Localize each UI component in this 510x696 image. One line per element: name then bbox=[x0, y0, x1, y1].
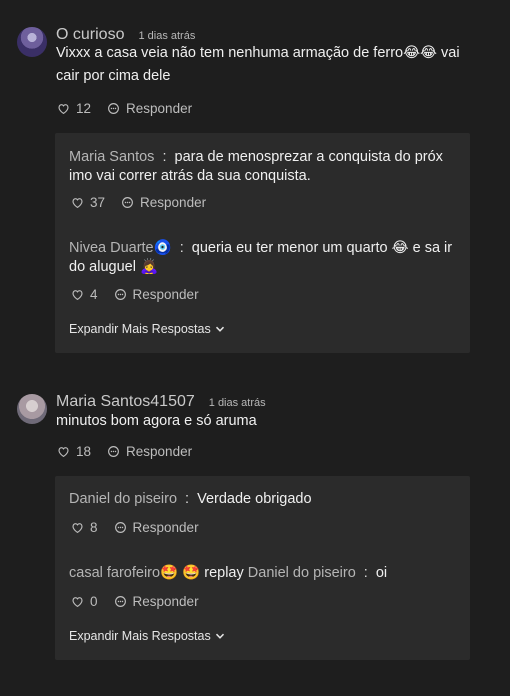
reply-actions: 37 Responder bbox=[71, 195, 206, 210]
replies-panel: Maria Santos: para de menosprezar a conq… bbox=[55, 133, 470, 353]
heart-outline-icon bbox=[58, 447, 69, 458]
reply-label: Responder bbox=[132, 520, 199, 535]
speech-bubble-icon bbox=[114, 522, 126, 533]
reply-button[interactable]: Responder bbox=[114, 520, 199, 535]
heart-outline-icon bbox=[58, 104, 69, 115]
like-button[interactable]: 4 bbox=[71, 287, 98, 302]
reply-separator: : bbox=[363, 565, 368, 581]
reply-label: Responder bbox=[126, 101, 193, 116]
chevron-down-icon bbox=[215, 633, 224, 639]
reply-button[interactable]: Responder bbox=[121, 195, 206, 210]
reply-to-author[interactable]: Daniel do piseiro bbox=[248, 565, 356, 581]
reply-label: Responder bbox=[132, 594, 199, 609]
reply-author[interactable]: casal farofeiro🤩 🤩 bbox=[69, 565, 200, 581]
reply-actions: 4 Responder bbox=[71, 287, 199, 302]
speech-bubble-icon bbox=[114, 289, 126, 300]
like-button[interactable]: 0 bbox=[71, 594, 98, 609]
comment-timestamp: 1 dias atrás bbox=[138, 30, 196, 42]
like-count: 4 bbox=[90, 287, 98, 302]
expand-replies-button[interactable]: Expandir Mais Respostas bbox=[69, 629, 225, 643]
reply-label: Responder bbox=[126, 444, 193, 459]
like-count: 12 bbox=[76, 101, 92, 116]
reply-button[interactable]: Responder bbox=[107, 101, 192, 116]
reply-text: oi bbox=[375, 565, 388, 581]
heart-outline-icon bbox=[72, 198, 83, 209]
reply-actions: 0 Responder bbox=[71, 594, 199, 609]
replies-panel: Daniel do piseiro: Verdade obrigado 8 Re… bbox=[55, 476, 470, 660]
reply-button[interactable]: Responder bbox=[114, 287, 199, 302]
heart-outline-icon bbox=[72, 290, 83, 301]
speech-bubble-icon bbox=[108, 446, 119, 457]
like-button[interactable]: 8 bbox=[71, 520, 98, 535]
heart-outline-icon bbox=[72, 597, 83, 608]
expand-label: Expandir Mais Respostas bbox=[69, 629, 211, 643]
reply-author[interactable]: Maria Santos bbox=[69, 149, 154, 165]
like-count: 18 bbox=[76, 444, 92, 459]
chevron-down-icon bbox=[215, 326, 224, 332]
reply-separator: : bbox=[179, 240, 184, 256]
like-count: 8 bbox=[90, 520, 98, 535]
reply-text: Verdade obrigado bbox=[197, 491, 312, 507]
speech-bubble-icon bbox=[108, 103, 119, 114]
reply-button[interactable]: Responder bbox=[107, 444, 192, 459]
reply-item: Maria Santos: para de menosprezar a conq… bbox=[69, 148, 464, 186]
reply-author[interactable]: Nivea Duarte🧿 bbox=[69, 240, 172, 256]
comment-text: Vixxx a casa veia não tem nenhuma armaçã… bbox=[56, 45, 460, 84]
like-button[interactable]: 37 bbox=[71, 195, 105, 210]
comment-author[interactable]: Maria Santos41507 bbox=[56, 393, 195, 411]
expand-label: Expandir Mais Respostas bbox=[69, 322, 211, 336]
like-count: 37 bbox=[90, 195, 106, 210]
reply-label: Responder bbox=[140, 195, 207, 210]
speech-bubble-icon bbox=[122, 197, 133, 208]
reply-author[interactable]: Daniel do piseiro bbox=[69, 491, 177, 507]
reply-actions: 8 Responder bbox=[71, 520, 199, 535]
avatar[interactable] bbox=[17, 27, 47, 57]
comment-header: Maria Santos41507 1 dias atrás bbox=[56, 393, 266, 411]
speech-bubble-icon bbox=[114, 596, 126, 607]
reply-item: Nivea Duarte🧿: queria eu ter menor um qu… bbox=[69, 239, 464, 277]
heart-outline-icon bbox=[72, 523, 83, 534]
comment-timestamp: 1 dias atrás bbox=[208, 397, 266, 409]
reply-separator: : bbox=[185, 491, 190, 507]
comment-text: minutos bom agora e só aruma bbox=[56, 413, 257, 429]
reply-button[interactable]: Responder bbox=[114, 594, 199, 609]
reply-item: Daniel do piseiro: Verdade obrigado bbox=[69, 490, 464, 509]
like-button[interactable]: 12 bbox=[57, 101, 91, 116]
like-count: 0 bbox=[90, 594, 98, 609]
comment-actions: 12 Responder bbox=[57, 101, 192, 116]
like-button[interactable]: 18 bbox=[57, 444, 91, 459]
comment-actions: 18 Responder bbox=[57, 444, 192, 459]
expand-replies-button[interactable]: Expandir Mais Respostas bbox=[69, 322, 225, 336]
reply-item: casal farofeiro🤩 🤩 replay Daniel do pise… bbox=[69, 564, 464, 583]
reply-word: replay bbox=[204, 565, 244, 581]
avatar[interactable] bbox=[17, 394, 47, 424]
reply-separator: : bbox=[162, 149, 167, 165]
reply-label: Responder bbox=[132, 287, 199, 302]
